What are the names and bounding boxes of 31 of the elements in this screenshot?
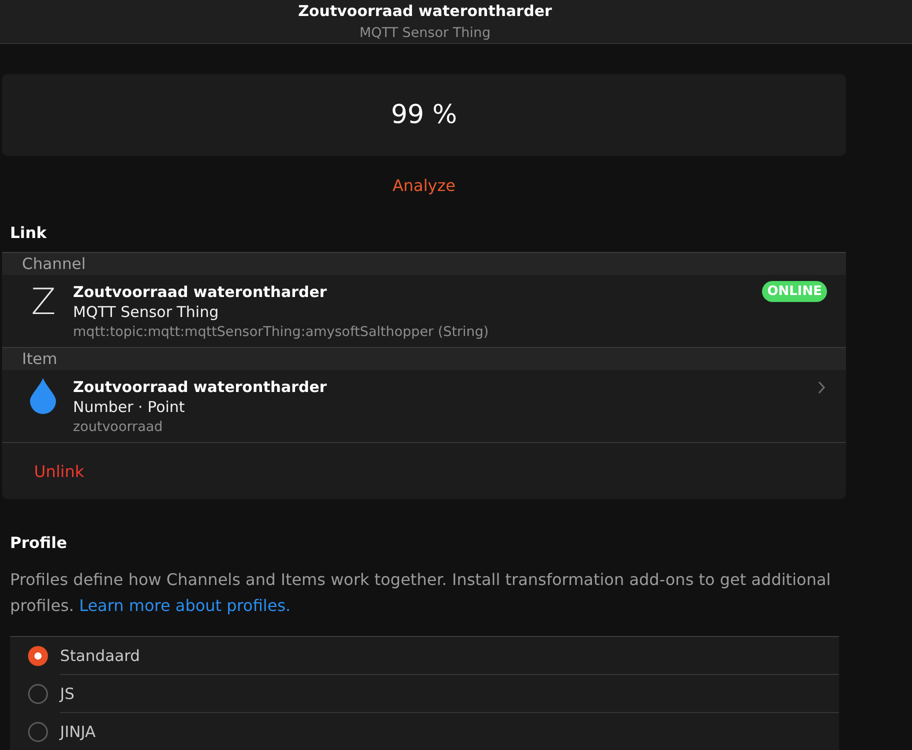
section-heading: Link: [10, 223, 48, 243]
state-value: 99 %: [390, 100, 458, 130]
row-detail: mqtt:topic:mqtt:mqttSensorThing:amysoftSalthopper (String): [73, 323, 489, 341]
radio-selected-icon[interactable]: [28, 646, 48, 666]
unlink-button[interactable]: Unlink: [34, 462, 84, 480]
row-title: Zoutvoorraad waterontharder: [73, 283, 327, 302]
option-label: JS: [60, 685, 74, 703]
letter-avatar: Z: [31, 285, 56, 321]
profile-option[interactable]: JS: [10, 675, 839, 713]
radio-icon[interactable]: [28, 684, 48, 704]
analyze-button[interactable]: Analyze: [392, 176, 456, 196]
group-header: Item: [2, 347, 846, 370]
profile-option[interactable]: Standaard: [10, 637, 839, 675]
status-badge: ONLINE: [762, 281, 827, 302]
row-title: Zoutvoorraad waterontharder: [73, 378, 327, 397]
radio-icon[interactable]: [28, 722, 48, 742]
page-title: Zoutvoorraad waterontharder: [298, 2, 552, 21]
profile-description: Profiles define how Channels and Items work together. Install transformation add-ons to get additional profiles. Learn more about profiles.: [10, 569, 832, 617]
learn-more-link[interactable]: Learn more about profiles.: [79, 596, 291, 615]
chevron-right-icon: [818, 381, 825, 394]
row-subtitle: Number · Point: [73, 397, 185, 418]
row-detail: zoutvoorraad: [73, 418, 163, 436]
item-row[interactable]: Zoutvoorraad waterontharder Number · Point zoutvoorraad: [2, 370, 846, 442]
option-label: Standaard: [60, 647, 140, 665]
section-heading: Profile: [10, 533, 68, 553]
page-subtitle: MQTT Sensor Thing: [359, 24, 491, 42]
water-drop-icon: [30, 378, 56, 414]
profile-option[interactable]: JINJA: [10, 713, 839, 750]
option-label: JINJA: [60, 723, 96, 741]
row-subtitle: MQTT Sensor Thing: [73, 302, 219, 323]
group-header: Channel: [2, 253, 846, 275]
